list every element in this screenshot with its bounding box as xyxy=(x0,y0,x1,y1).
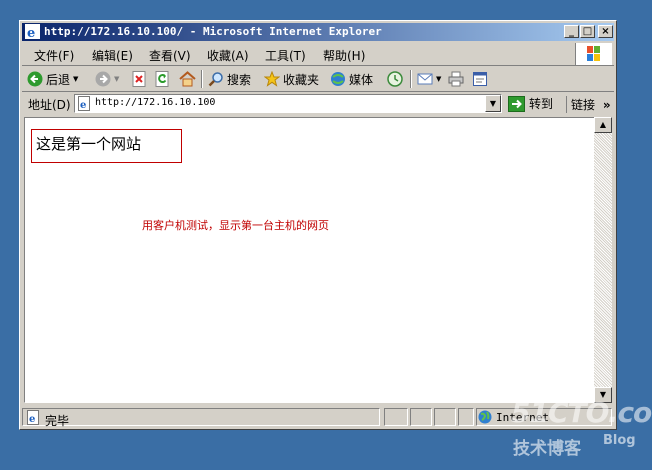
stop-button[interactable] xyxy=(132,70,147,88)
search-button[interactable]: 搜索 xyxy=(208,70,251,88)
ie-logo-icon: e xyxy=(25,24,40,39)
standard-toolbar: 后退 ▼ ▼ 搜索 收藏夹 媒体 ▼ xyxy=(22,67,614,92)
forward-button[interactable]: ▼ xyxy=(95,70,119,88)
chevron-right-icon[interactable]: » xyxy=(603,98,611,112)
status-pane xyxy=(458,408,474,426)
back-dropdown-icon[interactable]: ▼ xyxy=(73,75,78,83)
history-icon xyxy=(387,71,403,87)
favorites-label: 收藏夹 xyxy=(283,72,320,87)
home-icon xyxy=(179,71,196,87)
page-content: 这是第一个网站 用客户机测试，显示第一台主机的网页 xyxy=(24,117,598,403)
address-dropdown-icon[interactable]: ▼ xyxy=(485,95,501,112)
address-bar: 地址(D) e http://172.16.10.100 ▼ 转到 链接 » xyxy=(22,93,614,115)
toolbar-separator xyxy=(201,70,203,88)
edit-button[interactable] xyxy=(472,70,488,88)
menu-favorites[interactable]: 收藏(A) xyxy=(207,47,249,64)
menu-bar: 文件(F) 编辑(E) 查看(V) 收藏(A) 工具(T) 帮助(H) xyxy=(22,43,614,66)
address-url[interactable]: http://172.16.10.100 xyxy=(95,97,215,108)
go-button[interactable]: 转到 xyxy=(508,95,553,112)
favorites-star-icon xyxy=(264,71,280,87)
page-done-icon: e xyxy=(27,410,39,425)
go-label: 转到 xyxy=(529,97,554,111)
print-icon xyxy=(448,71,464,87)
maximize-button[interactable]: □ xyxy=(580,25,595,38)
minimize-button[interactable]: _ xyxy=(564,25,579,38)
status-pane xyxy=(384,408,408,426)
print-button[interactable] xyxy=(448,70,464,88)
svg-text:e: e xyxy=(29,414,35,425)
title-bar[interactable]: e http://172.16.10.100/ - Microsoft Inte… xyxy=(22,23,614,41)
ie-window: e http://172.16.10.100/ - Microsoft Inte… xyxy=(19,20,617,430)
media-button[interactable]: 媒体 xyxy=(330,70,373,88)
menu-file[interactable]: 文件(F) xyxy=(34,47,74,64)
search-label: 搜索 xyxy=(227,72,252,87)
status-main-pane: e 完毕 xyxy=(22,408,380,428)
stop-icon xyxy=(132,71,146,87)
mail-icon xyxy=(417,73,433,85)
globe-icon xyxy=(478,410,492,424)
vertical-scrollbar[interactable]: ▲ ▼ xyxy=(594,117,612,403)
back-arrow-icon xyxy=(27,71,43,87)
home-button[interactable] xyxy=(179,70,196,88)
search-icon xyxy=(208,72,223,87)
svg-text:e: e xyxy=(27,26,35,39)
back-button[interactable]: 后退 ▼ xyxy=(27,70,78,88)
forward-arrow-icon xyxy=(95,71,111,87)
page-heading: 这是第一个网站 xyxy=(36,135,142,153)
go-arrow-icon xyxy=(508,95,525,112)
address-input[interactable]: e http://172.16.10.100 ▼ xyxy=(74,94,502,113)
menu-view[interactable]: 查看(V) xyxy=(149,47,191,64)
forward-dropdown-icon[interactable]: ▼ xyxy=(114,75,119,83)
media-icon xyxy=(331,72,345,86)
svg-text:e: e xyxy=(80,100,86,111)
links-label: 链接 xyxy=(571,98,596,112)
status-pane xyxy=(410,408,432,426)
watermark-logo: 51CTO.com xyxy=(511,396,652,429)
scroll-up-button[interactable]: ▲ xyxy=(594,117,612,133)
annotation-note: 用客户机测试，显示第一台主机的网页 xyxy=(142,219,329,232)
page-icon: e xyxy=(78,96,90,111)
close-button[interactable]: × xyxy=(598,25,613,38)
history-button[interactable] xyxy=(387,70,403,88)
status-pane xyxy=(434,408,456,426)
mail-dropdown-icon[interactable]: ▼ xyxy=(436,75,441,83)
status-text: 完毕 xyxy=(45,414,70,428)
menu-help[interactable]: 帮助(H) xyxy=(323,47,365,64)
address-label: 地址(D) xyxy=(28,98,71,112)
edit-page-icon xyxy=(473,72,487,86)
favorites-button[interactable]: 收藏夹 xyxy=(264,70,319,88)
windows-logo xyxy=(575,43,612,65)
refresh-icon xyxy=(155,71,169,87)
mail-button[interactable]: ▼ xyxy=(417,70,441,88)
links-toolbar-button[interactable]: 链接 » xyxy=(566,96,611,113)
back-label: 后退 xyxy=(46,72,71,87)
refresh-button[interactable] xyxy=(155,70,170,88)
window-title: http://172.16.10.100/ - Microsoft Intern… xyxy=(44,25,382,38)
menu-tools[interactable]: 工具(T) xyxy=(265,47,306,64)
windows-flag-icon xyxy=(587,46,600,61)
media-label: 媒体 xyxy=(349,72,374,87)
watermark-blog: Blog xyxy=(603,433,636,448)
toolbar-separator xyxy=(410,70,412,88)
watermark-subtitle: 技术博客 xyxy=(513,439,581,459)
menu-edit[interactable]: 编辑(E) xyxy=(92,47,133,64)
